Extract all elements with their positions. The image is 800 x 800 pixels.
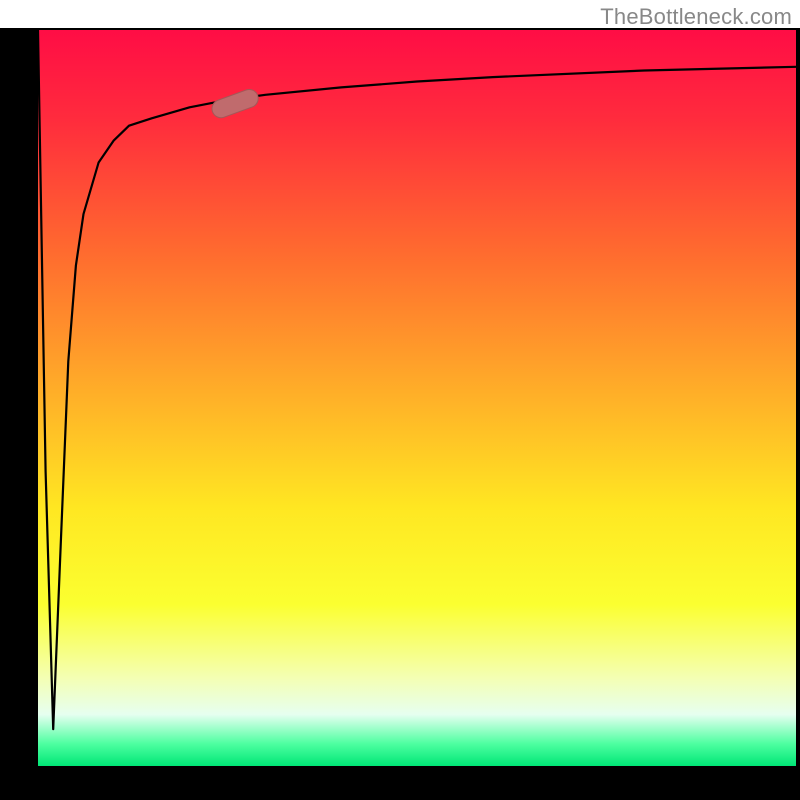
- chart-stage: TheBottleneck.com: [0, 0, 800, 800]
- attribution-text: TheBottleneck.com: [600, 4, 792, 30]
- plot-area: [38, 30, 796, 766]
- chart-svg: [0, 0, 800, 800]
